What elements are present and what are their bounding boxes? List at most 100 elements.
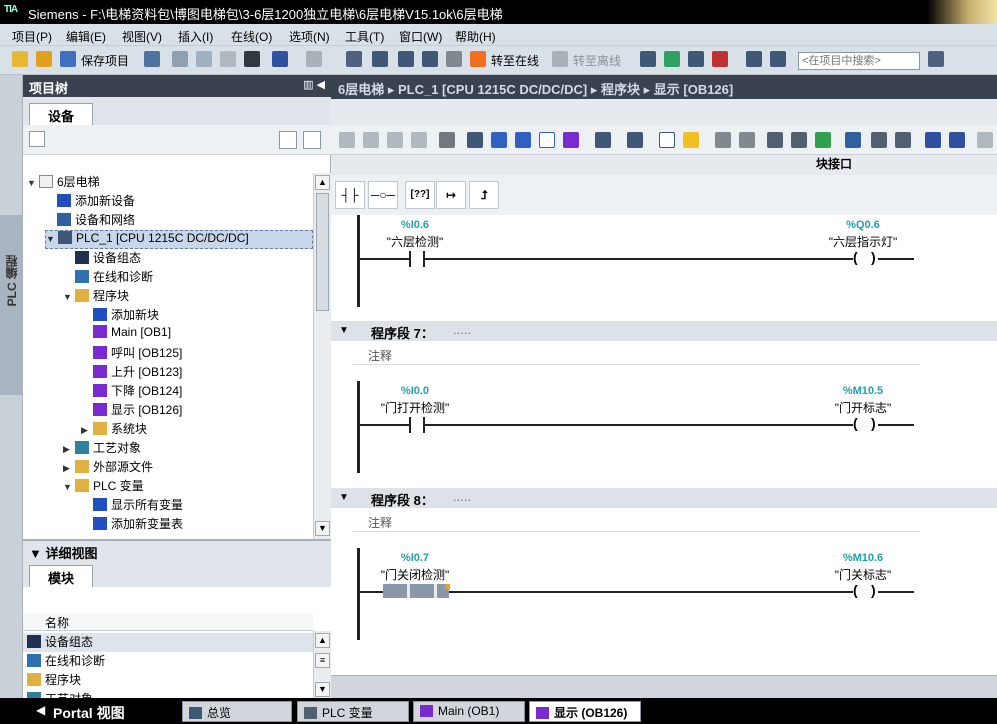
block-interface-label[interactable]: 块接口 — [816, 155, 856, 172]
menu-insert[interactable]: 插入(I) — [178, 28, 213, 45]
compile-icon[interactable] — [346, 51, 362, 67]
empty-box-instruction[interactable]: [??] — [405, 181, 435, 209]
coil-symbol[interactable]: "门开标志" — [803, 399, 923, 416]
breadcrumb-project[interactable]: 6层电梯 — [338, 82, 384, 97]
expand-all-icon[interactable] — [467, 132, 483, 148]
new-project-icon[interactable] — [12, 51, 28, 67]
network-comment[interactable]: 注释 — [353, 510, 920, 532]
next-network-icon[interactable] — [949, 132, 965, 148]
tree-item[interactable]: 显示所有变量 — [81, 496, 183, 515]
add-row-icon[interactable] — [411, 132, 427, 148]
absolute-operands-icon[interactable] — [595, 132, 611, 148]
add-device-tool-icon[interactable] — [29, 131, 45, 147]
cut-icon[interactable] — [172, 51, 188, 67]
network-header[interactable]: ▼ 程序段 7：..... — [331, 321, 997, 341]
expand-arrow-icon[interactable]: ▼ — [46, 234, 58, 244]
tree-item[interactable]: 添加新变量表 — [81, 515, 183, 534]
overview-icon[interactable] — [279, 131, 297, 149]
scroll-down-icon[interactable]: ▼ — [315, 521, 330, 536]
collapse-all-icon[interactable] — [491, 132, 507, 148]
taskbar-overview-tab[interactable]: 总览 — [182, 701, 292, 722]
tree-item[interactable]: 呼叫 [OB125] — [81, 344, 182, 363]
align-icon[interactable] — [871, 132, 887, 148]
contact-symbol[interactable]: "六层检测" — [355, 233, 475, 250]
tree-item[interactable]: 设备和网络 — [45, 211, 135, 230]
name-column-header[interactable]: 名称 — [23, 613, 313, 631]
tree-item[interactable]: 添加新块 — [81, 306, 159, 325]
menu-edit[interactable]: 编辑(E) — [66, 28, 106, 45]
tree-item[interactable]: 下降 [OB124] — [81, 382, 182, 401]
coil-symbol[interactable]: "六层指示灯" — [803, 233, 923, 250]
devices-tab[interactable]: 设备 — [29, 103, 93, 125]
coil-address[interactable]: %M10.6 — [823, 552, 903, 564]
detail-row[interactable]: 设备组态 — [23, 633, 313, 652]
menu-project[interactable]: 项目(P) — [12, 28, 52, 45]
menu-window[interactable]: 窗口(W) — [399, 28, 442, 45]
undo-icon[interactable] — [272, 51, 288, 67]
monitoring-off-icon[interactable] — [977, 132, 993, 148]
tree-item[interactable]: 设备组态 — [63, 249, 141, 268]
tree-item[interactable]: ▶ 外部源文件 — [63, 458, 153, 477]
go-offline-button[interactable]: 转至离线 — [573, 52, 621, 69]
copy-icon[interactable] — [196, 51, 212, 67]
detail-scroll-thumb[interactable]: ≡ — [315, 653, 330, 668]
snapshot-icon[interactable] — [791, 132, 807, 148]
coil-symbol-icon[interactable]: ) — [871, 415, 876, 431]
tree-item[interactable]: ▼ PLC_1 [CPU 1215C DC/DC/DC] — [45, 230, 313, 249]
delete-icon[interactable] — [244, 51, 260, 67]
taskbar-plc-tags-tab[interactable]: PLC 变量 — [297, 701, 409, 722]
detail-row[interactable]: 程序块 — [23, 671, 313, 690]
tree-item[interactable]: ▼ PLC 变量 — [63, 477, 144, 496]
taskbar-main-tab[interactable]: Main (OB1) — [413, 701, 525, 722]
prev-network-icon[interactable] — [925, 132, 941, 148]
coil-symbol[interactable]: "门关标志" — [803, 566, 923, 583]
coil-symbol-icon[interactable]: ( — [853, 415, 858, 431]
contact-symbol[interactable]: "门关闭检测" — [355, 566, 475, 583]
scroll-up-icon[interactable]: ▲ — [315, 175, 330, 190]
expand-arrow-icon[interactable]: ▶ — [63, 444, 75, 455]
menu-tools[interactable]: 工具(T) — [345, 28, 384, 45]
portal-view-button[interactable]: Portal 视图 — [53, 703, 125, 723]
go-offline-icon[interactable] — [552, 51, 568, 67]
favorites-icon[interactable] — [563, 132, 579, 148]
detail-scroll-up-icon[interactable]: ▲ — [315, 633, 330, 648]
contact-placeholder[interactable] — [383, 584, 449, 598]
delete-network-icon[interactable] — [363, 132, 379, 148]
collapse-panel-icon[interactable]: ▥ ◀ — [303, 78, 325, 91]
tree-item[interactable]: 在线和诊断 — [63, 268, 153, 287]
scroll-thumb[interactable] — [316, 193, 329, 311]
camera-icon[interactable] — [767, 132, 783, 148]
coil-symbol-icon[interactable]: ) — [871, 249, 876, 265]
close-branch-instruction[interactable]: ⮥ — [469, 181, 499, 209]
menu-options[interactable]: 选项(N) — [289, 28, 330, 45]
wire-icon[interactable] — [895, 132, 911, 148]
expand-arrow-icon[interactable]: ▼ — [63, 292, 75, 302]
open-branch-instruction[interactable]: ↦ — [436, 181, 466, 209]
network-title-placeholder[interactable]: ..... — [453, 322, 471, 337]
highlight-icon[interactable] — [683, 132, 699, 148]
comments-toggle-icon[interactable] — [539, 132, 555, 148]
portal-back-icon[interactable]: ◀ — [36, 703, 45, 717]
tree-item[interactable]: ▼ 6层电梯 — [27, 173, 100, 192]
split-vertical-icon[interactable] — [770, 51, 786, 67]
contact-left-bar[interactable] — [409, 251, 411, 267]
contact-address[interactable]: %I0.0 — [375, 385, 455, 397]
tag-info-icon[interactable] — [627, 132, 643, 148]
tree-item[interactable]: ▼ 程序块 — [63, 287, 129, 306]
start-cpu-icon[interactable] — [664, 51, 680, 67]
network-title-placeholder[interactable]: ..... — [453, 489, 471, 504]
save-project-button[interactable]: 保存项目 — [81, 52, 129, 69]
tree-item[interactable]: ▶ 系统块 — [81, 420, 147, 439]
tree-item[interactable]: ▶ 工艺对象 — [63, 439, 141, 458]
detail-scroll-down-icon[interactable]: ▼ — [315, 682, 330, 697]
step-icon[interactable] — [739, 132, 755, 148]
modules-tab[interactable]: 模块 — [29, 565, 93, 587]
go-online-icon[interactable] — [470, 51, 486, 67]
monitor-icon[interactable] — [439, 132, 455, 148]
save-icon[interactable] — [60, 51, 76, 67]
redo-icon[interactable] — [306, 51, 322, 67]
show-favorites-icon[interactable] — [659, 132, 675, 148]
project-search-input[interactable] — [798, 52, 920, 70]
open-all-icon[interactable] — [515, 132, 531, 148]
detail-view-header[interactable]: ▼ 详细视图 — [23, 541, 331, 561]
